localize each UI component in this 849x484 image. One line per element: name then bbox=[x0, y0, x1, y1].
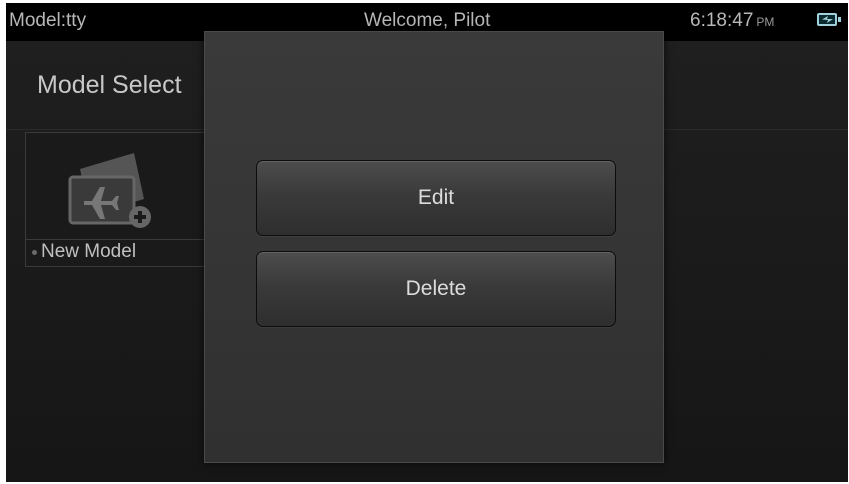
welcome-text: Welcome, Pilot bbox=[364, 10, 491, 31]
battery-tip bbox=[838, 17, 841, 22]
charging-bolt-icon bbox=[822, 16, 833, 23]
battery-charging-icon bbox=[817, 13, 841, 26]
page-title: Model Select bbox=[37, 71, 182, 99]
tile-label: New Model bbox=[41, 241, 137, 262]
model-name: Model:tty bbox=[9, 10, 87, 31]
tile-footer: New Model bbox=[26, 239, 224, 266]
clock: 6:18:47 PM bbox=[690, 10, 774, 32]
airplane-add-icon bbox=[68, 153, 151, 228]
bullet-icon bbox=[32, 250, 37, 255]
clock-time: 6:18:47 bbox=[690, 10, 754, 31]
edit-button[interactable]: Edit bbox=[256, 160, 616, 236]
new-model-tile[interactable]: New Model bbox=[25, 132, 225, 267]
delete-button[interactable]: Delete bbox=[256, 251, 616, 327]
model-action-dialog: Edit Delete bbox=[204, 31, 664, 463]
screen: Model:tty Welcome, Pilot 6:18:47 PM Model… bbox=[6, 3, 848, 482]
clock-ampm: PM bbox=[756, 15, 775, 29]
